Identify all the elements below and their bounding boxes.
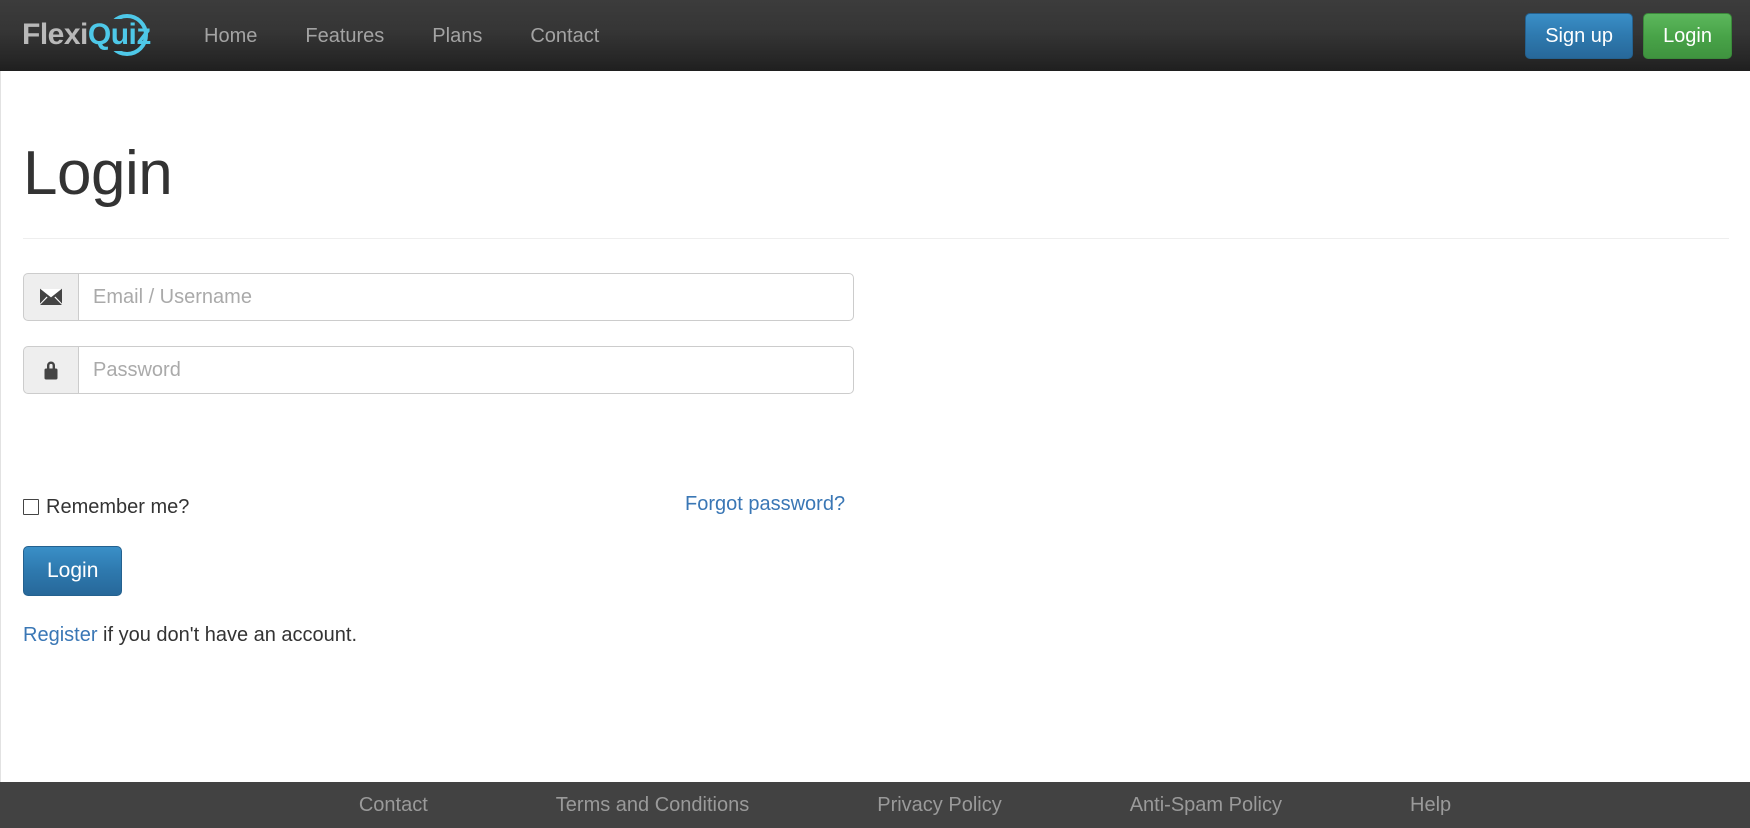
footer-link-anti-spam[interactable]: Anti-Spam Policy xyxy=(1130,793,1282,817)
register-prompt: Register if you don't have an account. xyxy=(23,623,357,647)
register-link[interactable]: Register xyxy=(23,624,97,646)
remember-me-label: Remember me? xyxy=(46,496,190,518)
navbar-actions: Sign up Login xyxy=(1525,0,1732,71)
footer-link-help[interactable]: Help xyxy=(1410,793,1451,817)
footer-link-terms[interactable]: Terms and Conditions xyxy=(556,793,749,817)
brand-logo[interactable]: FlexiQuiz xyxy=(22,8,172,62)
lock-icon xyxy=(23,346,78,394)
login-nav-button[interactable]: Login xyxy=(1643,12,1732,59)
footer-link-privacy[interactable]: Privacy Policy xyxy=(877,793,1001,817)
nav-item-home[interactable]: Home xyxy=(180,0,281,72)
remember-me-group[interactable]: Remember me? xyxy=(23,495,189,519)
email-field-group xyxy=(23,273,854,321)
footer-navigation: Contact Terms and Conditions Privacy Pol… xyxy=(0,782,1750,828)
forgot-password-link[interactable]: Forgot password? xyxy=(685,492,845,516)
page-root: FlexiQuiz Home Features Plans Contact Si… xyxy=(0,0,1750,828)
page-title: Login xyxy=(23,139,173,208)
page-footer: Contact Terms and Conditions Privacy Pol… xyxy=(0,782,1750,828)
login-submit-button[interactable]: Login xyxy=(23,546,123,596)
password-input[interactable] xyxy=(78,346,854,394)
nav-item-contact[interactable]: Contact xyxy=(506,0,623,72)
brand-text-primary: Flexi xyxy=(22,18,88,51)
primary-navigation: Home Features Plans Contact xyxy=(180,0,623,71)
envelope-icon xyxy=(23,273,78,321)
footer-link-contact[interactable]: Contact xyxy=(359,793,428,817)
content-container: Login Email / Username Remember me? Forg… xyxy=(0,71,1750,782)
title-divider xyxy=(23,238,1729,239)
top-navbar: FlexiQuiz Home Features Plans Contact Si… xyxy=(0,0,1750,71)
sign-up-button[interactable]: Sign up xyxy=(1525,12,1634,59)
nav-item-features[interactable]: Features xyxy=(281,0,408,72)
remember-me-checkbox[interactable] xyxy=(23,499,39,515)
password-field-group xyxy=(23,346,854,394)
email-input[interactable] xyxy=(78,273,854,321)
brand-logo-text: FlexiQuiz xyxy=(22,16,151,54)
register-prompt-text: if you don't have an account. xyxy=(97,624,358,646)
nav-item-plans[interactable]: Plans xyxy=(408,0,506,72)
brand-text-accent: Quiz xyxy=(87,18,152,51)
